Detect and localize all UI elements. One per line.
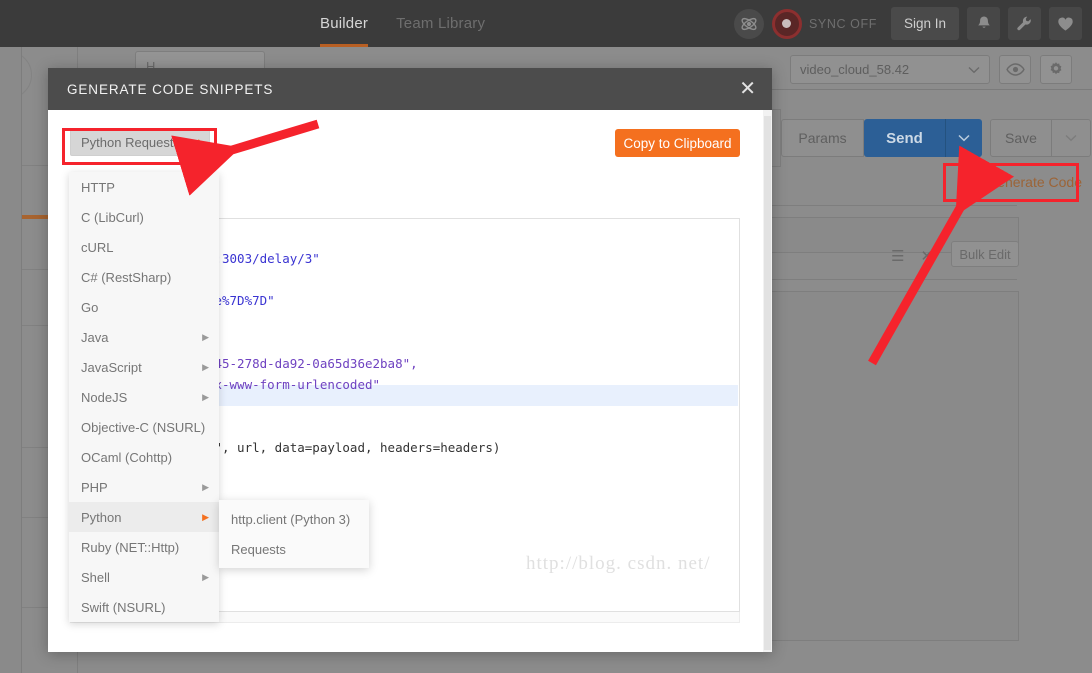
dropdown-item-curl[interactable]: cURL	[69, 232, 219, 262]
dropdown-item-label: C (LibCurl)	[81, 209, 144, 225]
chevron-down-icon	[968, 66, 980, 73]
send-button[interactable]: Send	[864, 119, 945, 157]
dropdown-item-label: HTTP	[81, 179, 115, 195]
submenu-item-http-client[interactable]: http.client (Python 3)	[219, 504, 369, 534]
dropdown-item-php[interactable]: PHP ▶	[69, 472, 219, 502]
send-options-button[interactable]	[945, 119, 982, 157]
heart-icon[interactable]	[1049, 7, 1082, 40]
dropdown-item-label: PHP	[81, 479, 108, 495]
generate-code-button[interactable]: Generate Code	[944, 165, 1092, 199]
save-label: Save	[1005, 130, 1037, 146]
dropdown-item-go[interactable]: Go	[69, 292, 219, 322]
save-button[interactable]: Save	[990, 119, 1052, 157]
dropdown-item-nodejs[interactable]: NodeJS ▶	[69, 382, 219, 412]
top-bar-actions: SYNC OFF Sign In	[733, 0, 1082, 47]
dropdown-item-label: Python	[81, 509, 122, 525]
dropdown-item-label: Objective-C (NSURL)	[81, 419, 206, 435]
modal-title: GENERATE CODE SNIPPETS	[67, 81, 274, 97]
dropdown-item-java[interactable]: Java ▶	[69, 322, 219, 352]
submenu-arrow-icon: ▶	[202, 361, 209, 372]
sync-circle-icon[interactable]	[771, 8, 802, 39]
chevron-down-icon	[958, 134, 970, 142]
copy-to-clipboard-button[interactable]: Copy to Clipboard	[615, 129, 740, 157]
dropdown-item-label: cURL	[81, 239, 114, 255]
eye-icon[interactable]	[999, 55, 1031, 84]
chevron-down-icon	[186, 138, 201, 147]
dropdown-item-shell[interactable]: Shell ▶	[69, 562, 219, 592]
sign-in-label: Sign In	[903, 16, 946, 31]
modal-header: GENERATE CODE SNIPPETS ✕	[48, 68, 772, 110]
top-navigation-bar: Builder Team Library SYNC OFF Sign In	[0, 0, 1092, 47]
watermark: http://blog. csdn. net/	[526, 553, 711, 574]
sync-dot	[782, 19, 792, 28]
submenu-arrow-icon: ▶	[202, 511, 209, 522]
chevron-down-icon	[1065, 134, 1077, 142]
python-submenu: http.client (Python 3) Requests	[219, 500, 369, 568]
dropdown-item-label: Java	[81, 329, 109, 345]
environment-value: video_cloud_58.42	[800, 62, 910, 77]
wrench-icon[interactable]	[1008, 7, 1041, 40]
dropdown-item-python[interactable]: Python ▶	[69, 502, 219, 532]
submenu-item-requests[interactable]: Requests	[219, 534, 369, 564]
sync-status-label: SYNC OFF	[808, 16, 877, 31]
dropdown-item-label: OCaml (Cohttp)	[81, 449, 173, 465]
tab-team-library-label: Team Library	[396, 15, 486, 32]
params-label: Params	[798, 130, 847, 146]
sign-in-button[interactable]: Sign In	[890, 7, 959, 40]
environment-select[interactable]: video_cloud_58.42	[790, 55, 990, 84]
app-root: Builder Team Library SYNC OFF Sign In H …	[0, 0, 1092, 673]
dropdown-item-csharp-restsharp[interactable]: C# (RestSharp)	[69, 262, 219, 292]
bell-icon[interactable]	[967, 7, 1000, 40]
params-button[interactable]: Params	[781, 119, 864, 157]
dropdown-item-label: Shell	[81, 569, 110, 585]
bulk-edit-label: Bulk Edit	[959, 246, 1011, 262]
save-options-button[interactable]	[1052, 119, 1091, 157]
dropdown-item-label: C# (RestSharp)	[81, 269, 172, 285]
dropdown-item-label: Swift (NSURL)	[81, 599, 166, 615]
submenu-item-label: Requests	[231, 541, 286, 557]
dropdown-item-ocaml[interactable]: OCaml (Cohttp)	[69, 442, 219, 472]
submenu-arrow-icon: ▶	[202, 391, 209, 402]
tab-builder[interactable]: Builder	[320, 0, 369, 47]
bulk-edit-button[interactable]: Bulk Edit	[951, 241, 1019, 267]
dropdown-item-label: Go	[81, 299, 99, 315]
close-icon[interactable]: ✕	[739, 79, 756, 99]
submenu-arrow-icon: ▶	[202, 331, 209, 342]
dropdown-item-javascript[interactable]: JavaScript ▶	[69, 352, 219, 382]
sidebar-rail	[0, 47, 22, 673]
dropdown-item-c-libcurl[interactable]: C (LibCurl)	[69, 202, 219, 232]
atom-icon[interactable]	[733, 8, 764, 39]
copy-to-clipboard-label: Copy to Clipboard	[623, 135, 732, 151]
list-icon[interactable]: ☰	[891, 247, 904, 265]
language-dropdown-menu: HTTP C (LibCurl) cURL C# (RestSharp) Go …	[69, 172, 219, 622]
dropdown-item-objective-c[interactable]: Objective-C (NSURL)	[69, 412, 219, 442]
modal-vertical-scrollbar-thumb[interactable]	[764, 116, 771, 650]
main-nav-tabs: Builder Team Library	[320, 0, 485, 47]
tab-builder-label: Builder	[320, 15, 369, 32]
dropdown-item-swift[interactable]: Swift (NSURL)	[69, 592, 219, 622]
generate-code-label: Generate Code	[986, 174, 1082, 190]
language-select[interactable]: Python Requests	[70, 129, 210, 156]
dropdown-item-label: NodeJS	[81, 389, 128, 405]
submenu-arrow-icon: ▶	[202, 481, 209, 492]
gear-icon[interactable]	[1040, 55, 1072, 84]
submenu-arrow-icon: ▶	[202, 571, 209, 582]
dropdown-item-label: JavaScript	[81, 359, 142, 375]
submenu-item-label: http.client (Python 3)	[231, 511, 351, 527]
sync-status[interactable]: SYNC OFF	[771, 8, 877, 39]
dropdown-item-label: Ruby (NET::Http)	[81, 539, 180, 555]
key-value-row-actions: ☰ ✕	[891, 247, 933, 265]
close-icon[interactable]: ✕	[920, 247, 933, 265]
language-select-value: Python Requests	[81, 135, 181, 150]
tab-team-library[interactable]: Team Library	[396, 0, 485, 47]
dropdown-item-http[interactable]: HTTP	[69, 172, 219, 202]
dropdown-item-ruby[interactable]: Ruby (NET::Http)	[69, 532, 219, 562]
send-label: Send	[886, 129, 923, 147]
